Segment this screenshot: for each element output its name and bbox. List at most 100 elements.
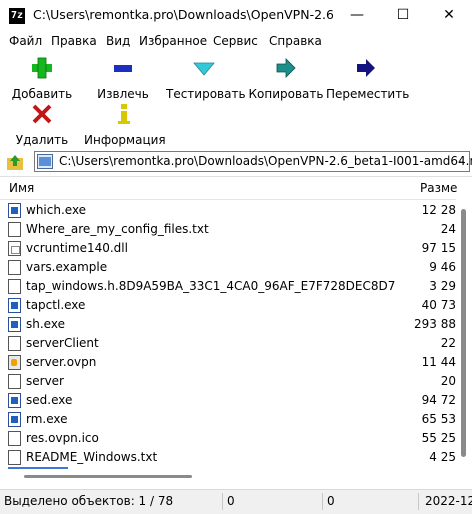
copy-arrow-icon <box>276 58 296 78</box>
file-name: server <box>26 374 64 388</box>
exe-file-icon <box>8 412 21 427</box>
text-file-icon <box>8 374 21 389</box>
move-button[interactable]: Переместить <box>326 57 410 101</box>
file-row[interactable]: server.ovpn 11 44 <box>0 353 456 372</box>
status-divider <box>222 493 223 510</box>
copy-label: Копировать <box>248 87 324 101</box>
file-row[interactable]: vars.example 9 46 <box>0 258 456 277</box>
info-icon <box>118 104 130 124</box>
file-size: 4 25 <box>429 450 456 464</box>
window-title: C:\Users\remontka.pro\Downloads\OpenVPN-… <box>33 7 333 22</box>
add-button[interactable]: Добавить <box>8 57 76 101</box>
status-divider <box>418 493 419 510</box>
file-row[interactable]: tapctl.exe 40 73 <box>0 296 456 315</box>
file-name: rm.exe <box>26 412 68 426</box>
file-row[interactable]: which.exe 12 28 <box>0 201 456 220</box>
column-name[interactable]: Имя <box>9 181 34 195</box>
exe-file-icon <box>8 203 21 218</box>
status-packed-size: 0 <box>327 494 335 508</box>
file-row[interactable]: server 20 <box>0 372 456 391</box>
status-size: 0 <box>227 494 235 508</box>
move-label: Переместить <box>326 87 410 101</box>
file-name: tapctl.exe <box>26 298 86 312</box>
file-row[interactable]: res.ovpn.ico 55 25 <box>0 429 456 448</box>
horizontal-scroll-thumb[interactable] <box>24 475 192 478</box>
test-label: Тестировать <box>166 87 246 101</box>
text-file-icon <box>8 260 21 275</box>
exe-file-icon <box>8 317 21 332</box>
exe-file-icon <box>8 298 21 313</box>
address-path: C:\Users\remontka.pro\Downloads\OpenVPN-… <box>59 154 472 168</box>
add-label: Добавить <box>11 87 73 101</box>
file-size: 293 88 <box>414 317 456 331</box>
text-file-icon <box>8 279 21 294</box>
file-row[interactable]: vcruntime140.dll 97 15 <box>0 239 456 258</box>
status-bar: Выделено объектов: 1 / 78 0 0 2022-12- <box>0 489 472 514</box>
menu-edit[interactable]: Правка <box>51 34 97 48</box>
copy-button[interactable]: Копировать <box>248 57 324 101</box>
file-row[interactable]: tap_windows.h.8D9A59BA_33C1_4CA0_96AF_E7… <box>0 277 456 296</box>
delete-button[interactable]: Удалить <box>12 103 72 147</box>
test-button[interactable]: Тестировать <box>166 57 246 101</box>
menu-file[interactable]: Файл <box>9 34 42 48</box>
file-name: tap_windows.h.8D9A59BA_33C1_4CA0_96AF_E7… <box>26 279 396 293</box>
file-size: 94 72 <box>421 393 456 407</box>
menu-tools[interactable]: Сервис <box>213 34 258 48</box>
move-arrow-icon <box>357 59 375 77</box>
vertical-scroll-thumb[interactable] <box>461 209 466 457</box>
file-row[interactable]: README_Windows.txt 4 25 <box>0 448 456 467</box>
column-size[interactable]: Разме <box>420 181 457 195</box>
menu-view[interactable]: Вид <box>106 34 130 48</box>
address-row: C:\Users\remontka.pro\Downloads\OpenVPN-… <box>0 150 472 174</box>
file-size: 20 <box>440 374 456 388</box>
text-file-icon <box>8 222 21 237</box>
file-name: server.ovpn <box>26 355 97 369</box>
minimize-button[interactable]: — <box>334 0 380 31</box>
status-date: 2022-12- <box>425 494 472 508</box>
text-file-icon <box>8 336 21 351</box>
archive-icon <box>37 154 53 169</box>
minus-icon <box>114 65 132 72</box>
file-row[interactable]: serverClient 22 <box>0 334 456 353</box>
file-name: sh.exe <box>26 317 65 331</box>
file-name: README_Windows.txt <box>26 450 158 464</box>
file-row[interactable]: sh.exe 293 88 <box>0 315 456 334</box>
horizontal-scrollbar[interactable] <box>0 469 456 483</box>
file-name: sed.exe <box>26 393 73 407</box>
menu-help[interactable]: Справка <box>269 34 322 48</box>
menu-bar: Файл Правка Вид Избранное Сервис Справка <box>0 31 472 51</box>
file-size: 22 <box>440 336 456 350</box>
ovpn-file-icon <box>8 355 21 370</box>
toolbar: Добавить Извлечь Тестировать Копировать … <box>0 51 472 148</box>
close-button[interactable]: ✕ <box>426 0 472 31</box>
file-row[interactable]: rm.exe 65 53 <box>0 410 456 429</box>
info-button[interactable]: Информация <box>84 103 166 147</box>
file-size: 9 46 <box>429 260 456 274</box>
file-size: 3 29 <box>429 279 456 293</box>
address-field[interactable]: C:\Users\remontka.pro\Downloads\OpenVPN-… <box>34 151 472 172</box>
vertical-scrollbar[interactable] <box>456 199 472 469</box>
file-row[interactable]: Where_are_my_config_files.txt 24 <box>0 220 456 239</box>
file-size: 11 44 <box>421 355 456 369</box>
file-size: 97 15 <box>421 241 456 255</box>
maximize-button[interactable]: ☐ <box>380 0 426 31</box>
chevron-down-icon[interactable]: ⌄ <box>457 153 466 166</box>
dll-file-icon <box>8 241 21 256</box>
extract-button[interactable]: Извлечь <box>92 57 154 101</box>
plus-icon <box>32 57 52 79</box>
file-name: Where_are_my_config_files.txt <box>26 222 209 236</box>
exe-file-icon <box>8 393 21 408</box>
file-name: vars.example <box>26 260 108 274</box>
title-bar[interactable]: 7z C:\Users\remontka.pro\Downloads\OpenV… <box>0 0 472 31</box>
column-header: Имя Разме <box>0 177 472 200</box>
menu-favorites[interactable]: Избранное <box>139 34 207 48</box>
status-selected: Выделено объектов: 1 / 78 <box>4 494 174 508</box>
status-divider <box>322 493 323 510</box>
delete-x-icon <box>32 104 52 124</box>
file-size: 40 73 <box>421 298 456 312</box>
file-row[interactable]: sed.exe 94 72 <box>0 391 456 410</box>
text-file-icon <box>8 431 21 446</box>
folder-up-icon[interactable] <box>6 153 24 171</box>
info-label: Информация <box>84 133 166 147</box>
file-size: 24 <box>440 222 456 236</box>
